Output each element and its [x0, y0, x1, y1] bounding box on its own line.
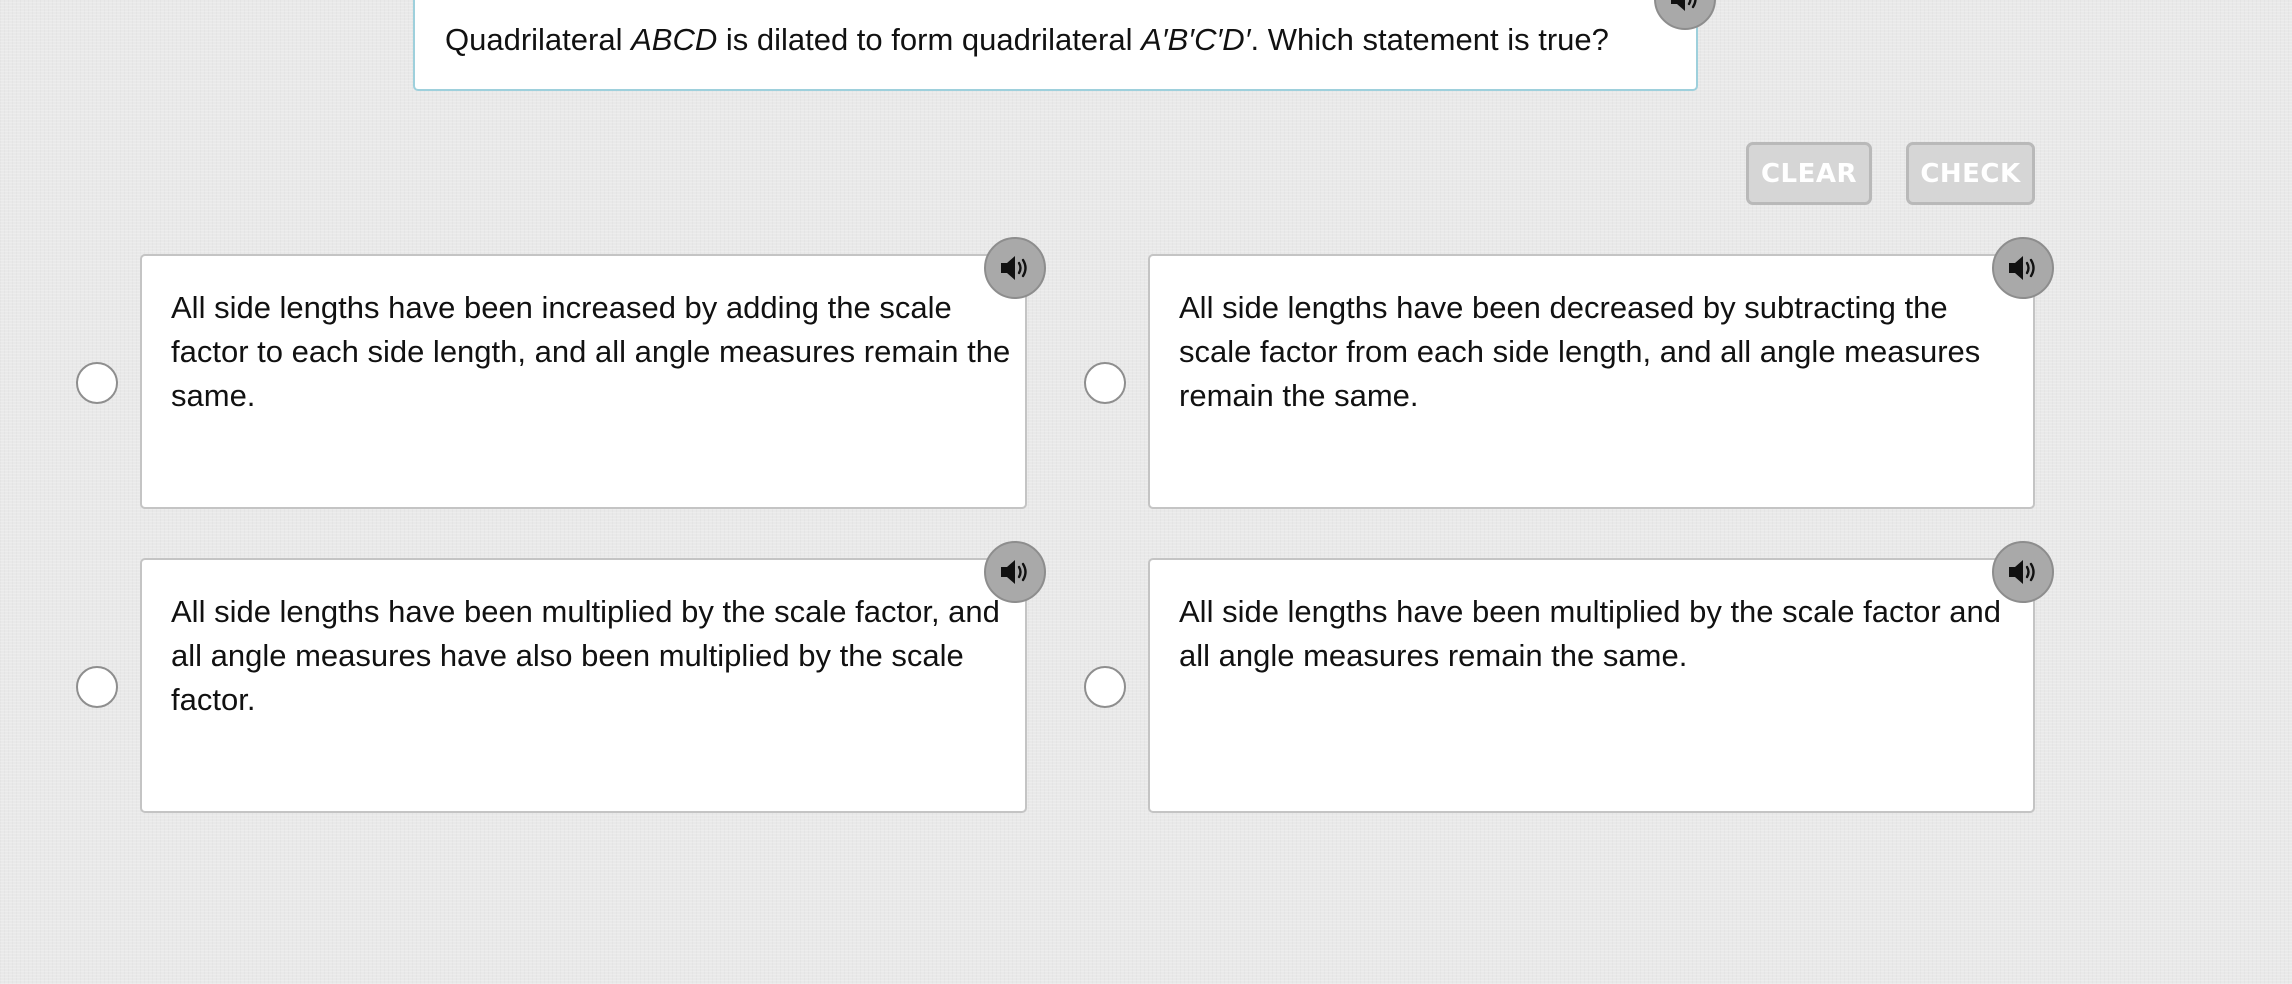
choice-4-card[interactable]: All side lengths have been multiplied by… — [1148, 558, 2035, 813]
choice-2-text: All side lengths have been decreased by … — [1179, 290, 1981, 413]
clear-button[interactable]: CLEAR — [1746, 142, 1872, 205]
check-button[interactable]: CHECK — [1906, 142, 2035, 205]
speaker-icon — [1671, 0, 1697, 11]
speaker-icon — [1001, 560, 1027, 584]
choice-1-text: All side lengths have been increased by … — [171, 290, 1011, 413]
speaker-icon — [2009, 256, 2035, 280]
speaker-icon — [1001, 256, 1027, 280]
speaker-icon — [2009, 560, 2035, 584]
choice-3-audio-button[interactable] — [984, 541, 1046, 603]
choice-1-audio-button[interactable] — [984, 237, 1046, 299]
choice-4-text: All side lengths have been multiplied by… — [1179, 594, 2001, 673]
choice-3-radio[interactable] — [76, 666, 118, 708]
shape-original-label: ABCD — [631, 22, 718, 57]
choice-3-card[interactable]: All side lengths have been multiplied by… — [140, 558, 1027, 813]
choice-2-card[interactable]: All side lengths have been decreased by … — [1148, 254, 2035, 509]
question-middle: is dilated to form quadrilateral — [717, 22, 1142, 57]
choice-2-radio[interactable] — [1084, 362, 1126, 404]
choice-3-text: All side lengths have been multiplied by… — [171, 594, 1000, 717]
question-prefix: Quadrilateral — [445, 22, 632, 57]
choice-4-radio[interactable] — [1084, 666, 1126, 708]
choice-4-audio-button[interactable] — [1992, 541, 2054, 603]
question-text: Quadrilateral ABCD is dilated to form qu… — [445, 20, 1609, 60]
question-prompt: Quadrilateral ABCD is dilated to form qu… — [413, 0, 1698, 91]
shape-image-label: A′B′C′D′ — [1141, 22, 1251, 57]
choice-1-card[interactable]: All side lengths have been increased by … — [140, 254, 1027, 509]
question-suffix: . Which statement is true? — [1250, 22, 1609, 57]
choice-2-audio-button[interactable] — [1992, 237, 2054, 299]
choice-1-radio[interactable] — [76, 362, 118, 404]
